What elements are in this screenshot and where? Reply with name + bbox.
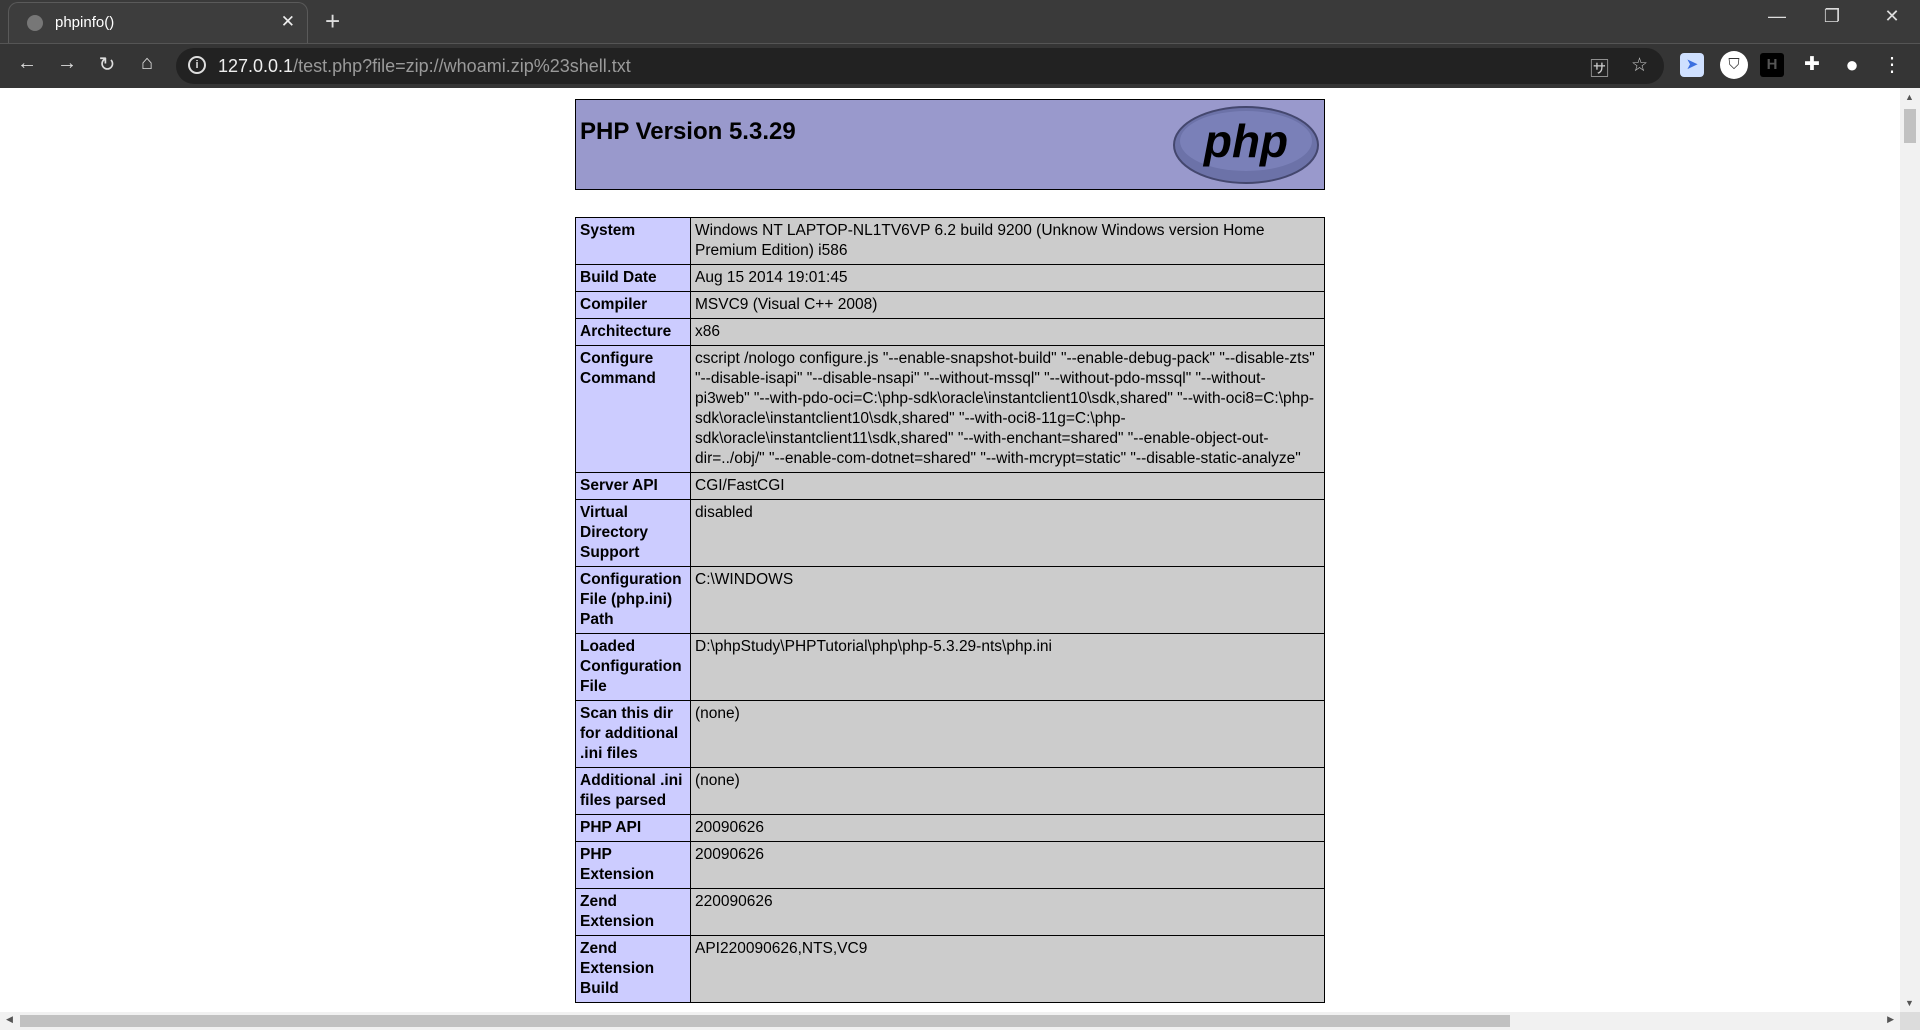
- row-label: Configuration File (php.ini) Path: [575, 566, 691, 634]
- row-label: Virtual Directory Support: [575, 499, 691, 567]
- table-row: Loaded Configuration File D:\phpStudy\PHP…: [575, 633, 1325, 701]
- row-label: Compiler: [575, 291, 691, 319]
- bird-extension-icon[interactable]: ➤: [1680, 53, 1704, 77]
- row-value: 220090626: [690, 888, 1325, 936]
- row-value: (none): [690, 767, 1325, 815]
- row-value: CGI/FastCGI: [690, 472, 1325, 500]
- address-bar[interactable]: i 127.0.0.1/test.php?file=zip://whoami.z…: [176, 48, 1664, 84]
- site-info-icon[interactable]: i: [188, 56, 206, 74]
- table-row: Virtual Directory Support disabled: [575, 499, 1325, 567]
- row-value: API220090626,NTS,VC9: [690, 935, 1325, 1003]
- forward-icon[interactable]: →: [53, 52, 81, 75]
- row-label: Architecture: [575, 318, 691, 346]
- tab-title: phpinfo(): [55, 14, 115, 31]
- row-value: C:\WINDOWS: [690, 566, 1325, 634]
- row-value: x86: [690, 318, 1325, 346]
- scroll-corner: [1900, 1012, 1920, 1030]
- row-label: PHP API: [575, 814, 691, 842]
- svg-text:php: php: [1202, 115, 1288, 167]
- row-label: Server API: [575, 472, 691, 500]
- table-row: Configure Command cscript /nologo configu…: [575, 345, 1325, 473]
- row-label: Zend Extension: [575, 888, 691, 936]
- bookmark-star-icon[interactable]: ☆: [1631, 54, 1648, 77]
- row-value: 20090626: [690, 814, 1325, 842]
- close-tab-icon[interactable]: ✕: [281, 12, 295, 32]
- php-header: PHP Version 5.3.29 php: [575, 99, 1325, 190]
- table-row: Zend Extension Build API220090626,NTS,VC9: [575, 935, 1325, 1003]
- row-label: Additional .ini files parsed: [575, 767, 691, 815]
- php-logo: php: [1173, 106, 1319, 184]
- table-row: Additional .ini files parsed (none): [575, 767, 1325, 815]
- row-label: Build Date: [575, 264, 691, 292]
- tab-phpinfo[interactable]: phpinfo() ✕: [8, 2, 308, 43]
- reload-icon[interactable]: ↻: [93, 52, 121, 77]
- info-table: System Windows NT LAPTOP-NL1TV6VP 6.2 bui…: [575, 217, 1325, 1003]
- horizontal-scroll-thumb[interactable]: [20, 1015, 1510, 1027]
- table-row: Configuration File (php.ini) Path C:\WIND…: [575, 566, 1325, 634]
- table-row: System Windows NT LAPTOP-NL1TV6VP 6.2 bui…: [575, 217, 1325, 265]
- menu-icon[interactable]: ⋮: [1880, 53, 1904, 77]
- table-row: PHP Extension 20090626: [575, 841, 1325, 889]
- row-value: D:\phpStudy\PHPTutorial\php\php-5.3.29-n…: [690, 633, 1325, 701]
- horizontal-scrollbar[interactable]: ◀ ▶: [0, 1012, 1900, 1030]
- table-row: Scan this dir for additional .ini files(…: [575, 700, 1325, 768]
- globe-icon: [27, 15, 43, 31]
- row-value: cscript /nologo configure.js "--enable-s…: [690, 345, 1325, 473]
- row-value: Aug 15 2014 19:01:45: [690, 264, 1325, 292]
- restore-icon[interactable]: ❐: [1812, 6, 1852, 27]
- vertical-scroll-thumb[interactable]: [1904, 109, 1916, 143]
- row-value: (none): [690, 700, 1325, 768]
- scroll-right-icon[interactable]: ▶: [1887, 1014, 1894, 1025]
- close-window-icon[interactable]: ✕: [1872, 6, 1912, 27]
- vertical-scrollbar[interactable]: ▲ ▼: [1900, 88, 1920, 1012]
- table-row: Server API CGI/FastCGI: [575, 472, 1325, 500]
- row-label: PHP Extension: [575, 841, 691, 889]
- browser-toolbar: ← → ↻ ⌂ i 127.0.0.1/test.php?file=zip://…: [0, 43, 1920, 88]
- row-label: Loaded Configuration File: [575, 633, 691, 701]
- tab-strip: phpinfo() ✕ + — ❐ ✕: [0, 0, 1920, 43]
- table-row: Build Date Aug 15 2014 19:01:45: [575, 264, 1325, 292]
- translate-icon[interactable]: 🈂: [1590, 54, 1609, 81]
- row-label: Scan this dir for additional .ini files: [575, 700, 691, 768]
- url-host: 127.0.0.1: [218, 56, 294, 76]
- row-value: 20090626: [690, 841, 1325, 889]
- table-row: Zend Extension 220090626: [575, 888, 1325, 936]
- scroll-left-icon[interactable]: ◀: [6, 1014, 13, 1025]
- row-label: System: [575, 217, 691, 265]
- row-label: Zend Extension Build: [575, 935, 691, 1003]
- row-value: disabled: [690, 499, 1325, 567]
- row-value: MSVC9 (Visual C++ 2008): [690, 291, 1325, 319]
- page-content: PHP Version 5.3.29 php System Windows NT …: [0, 88, 1900, 1012]
- table-row: Compiler MSVC9 (Visual C++ 2008): [575, 291, 1325, 319]
- puzzle-extensions-icon[interactable]: ✚: [1800, 53, 1824, 77]
- table-row: PHP API 20090626: [575, 814, 1325, 842]
- shield-extension-icon[interactable]: ⛉: [1720, 51, 1748, 79]
- back-icon[interactable]: ←: [13, 52, 41, 75]
- new-tab-button[interactable]: +: [325, 6, 340, 37]
- home-icon[interactable]: ⌂: [133, 52, 161, 75]
- scroll-down-icon[interactable]: ▼: [1905, 998, 1914, 1008]
- url-path: /test.php?file=zip://whoami.zip%23shell.…: [293, 56, 631, 76]
- h-extension-icon[interactable]: H: [1760, 53, 1784, 77]
- page-title: PHP Version 5.3.29: [580, 118, 796, 145]
- row-label: Configure Command: [575, 345, 691, 473]
- minimize-icon[interactable]: —: [1757, 6, 1797, 27]
- row-value: Windows NT LAPTOP-NL1TV6VP 6.2 build 920…: [690, 217, 1325, 265]
- profile-icon[interactable]: ●: [1840, 53, 1864, 77]
- table-row: Architecture x86: [575, 318, 1325, 346]
- scroll-up-icon[interactable]: ▲: [1905, 92, 1914, 102]
